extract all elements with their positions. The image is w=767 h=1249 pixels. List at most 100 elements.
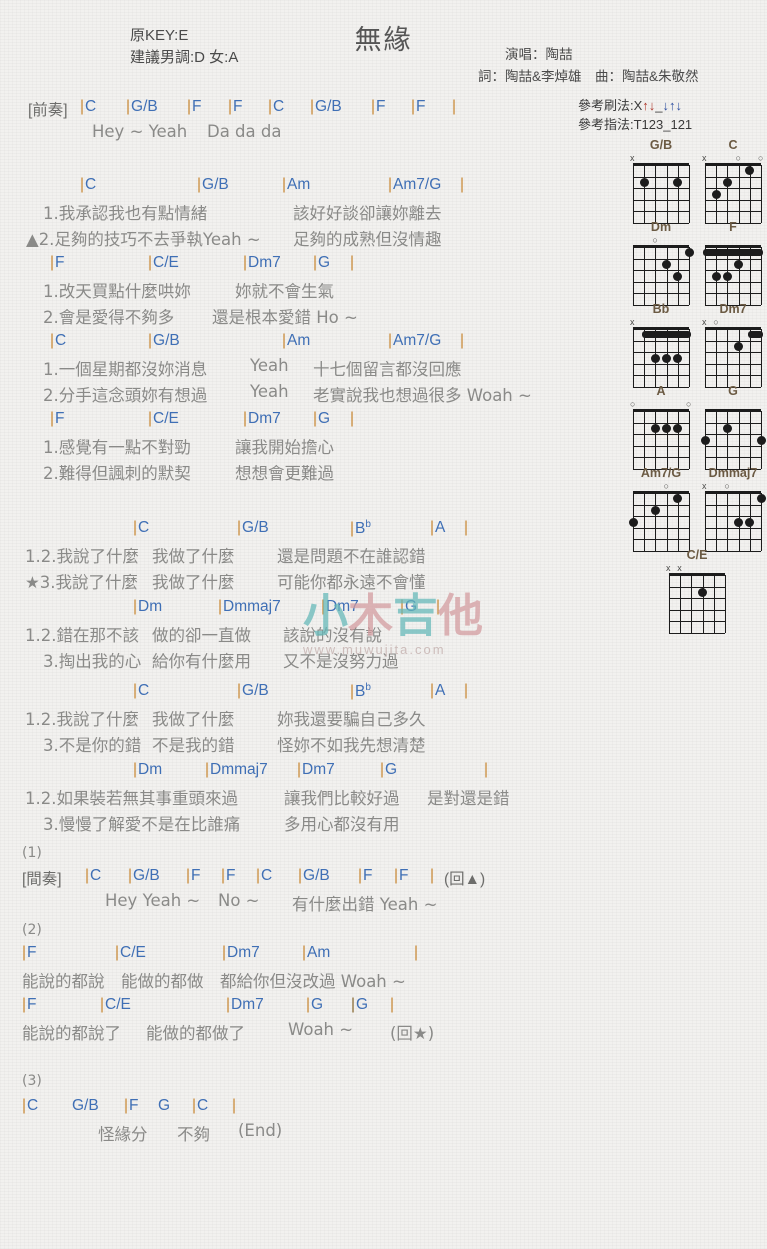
chord: F [27, 944, 37, 961]
singer-line: 演唱：陶喆 [505, 47, 573, 62]
repeat-marker: (回▲) [444, 871, 486, 888]
lyric-text: 該說的沒有說 [283, 626, 382, 645]
lyric-text: 還是根本愛錯 Ho ~ [212, 308, 358, 327]
end-barline: | [350, 410, 355, 427]
finger-dot [734, 259, 744, 269]
string-line [669, 575, 670, 633]
section-chorus2a: |C |G/B |Bb |A | 1.2.我說了什麼 我做了什麼 妳我還要騙自己… [0, 682, 600, 758]
finger-dot [650, 505, 660, 515]
finger-dot [745, 517, 755, 527]
string-line [703, 575, 704, 633]
fretboard [705, 163, 762, 224]
lyric-text: 2.難得但諷刺的默契 [43, 464, 191, 483]
string-line [633, 411, 634, 469]
string-line [633, 247, 634, 305]
lyric-text: 足夠的成熟但沒情趣 [293, 230, 442, 249]
chord-line: |Dm |Dmmaj7 |Dm7 |G | [133, 598, 441, 615]
fret-line [705, 293, 761, 294]
chord: C [138, 519, 150, 536]
strum-sep: _ [655, 98, 663, 113]
fret-line [705, 282, 761, 283]
fret-line [633, 423, 689, 424]
lyric-line: 1.我承認我也有點情緒 該好好談卻讓妳離去 [0, 200, 600, 226]
end-barline: | [452, 98, 457, 115]
fret-line [633, 211, 689, 212]
chord: G/B [315, 98, 342, 115]
fret-line [669, 621, 725, 622]
open-mute-markers: ○ [630, 481, 692, 491]
finger-dot [628, 517, 638, 527]
chord: Dm7 [227, 944, 260, 961]
string-line [667, 165, 668, 223]
section-number: (3) [0, 1073, 600, 1097]
open-mute-markers: x [630, 153, 692, 163]
chord-diagram-name: Dm7 [719, 302, 747, 316]
chord: Dm7 [248, 254, 281, 271]
lyric-line: 1.2.我說了什麼 我做了什麼 還是問題不在誰認錯 [0, 543, 600, 569]
open-string-icon: ○ [735, 153, 742, 163]
chord-diagram-name: A [656, 384, 666, 398]
fret-line [705, 259, 761, 260]
end-barline: | [484, 761, 489, 778]
finger-dot [700, 435, 710, 445]
section-interlude: (1) [間奏] |C |G/B |F |F |C |G/B |F |F | (… [0, 845, 600, 917]
open-string-icon: ○ [713, 317, 719, 327]
string-line [678, 411, 679, 469]
fret-line [705, 270, 761, 271]
fret-line [705, 200, 761, 201]
chord: Dmmaj7 [223, 598, 281, 615]
chord: G/B [303, 867, 330, 884]
lyric-text: 3.掏出我的心 [43, 652, 142, 671]
fretboard [633, 163, 690, 224]
lyric-text: 十七個留言都沒回應 [313, 360, 462, 379]
writers-line: 詞：陶喆&李焯雄 曲：陶喆&朱敬然 [478, 69, 699, 84]
lyric-text: 能說的都說 能做的都做 都給你但沒改過 Woah ~ [22, 972, 406, 991]
lyric-text: 能說的都說了 [22, 1024, 121, 1043]
string-line [727, 329, 728, 387]
lyric-line: 1.感覺有一點不對勁 讓我開始擔心 [0, 434, 600, 460]
chord: G [158, 1097, 171, 1114]
lyric-text: 妳就不會生氣 [235, 282, 334, 301]
fret-line [705, 457, 761, 458]
string-line [667, 493, 668, 551]
chord-diagram-dm: Dm ○ [630, 220, 694, 306]
lyric-text: ★3.我說了什麼 [25, 573, 139, 592]
end-barline: | [390, 996, 395, 1013]
chord: G [385, 761, 398, 778]
finger-dot [756, 494, 766, 504]
chord-line: |C |G/B |Bb |A | [133, 682, 469, 701]
finger-dot [722, 177, 732, 187]
lyric-line: 1.2.錯在那不該 做的卻一直做 該說的沒有說 [0, 622, 600, 648]
end-barline: | [430, 867, 435, 884]
chord: C/E [153, 410, 179, 427]
string-line [761, 165, 762, 223]
lyric-text: 我做了什麼 [152, 710, 235, 729]
string-line [655, 247, 656, 305]
chord-diagram-a: A ○ ○ [630, 384, 692, 470]
strum-arrows-1: ↑↓ [642, 98, 656, 113]
string-line [644, 493, 645, 551]
lyric-text: Woah ~ [288, 1020, 354, 1039]
string-line [689, 165, 690, 223]
chord: A [435, 519, 446, 536]
chord: F [363, 867, 373, 884]
finger-dot [734, 517, 744, 527]
mute-string-icon: x [702, 481, 707, 491]
chord-diagram-f: F [702, 220, 764, 306]
lyric-line: 怪緣分 不夠 (End) [0, 1121, 600, 1147]
fret-line [633, 528, 689, 529]
lyric-text: 是對還是錯 [427, 789, 510, 808]
chord-line: |F |C/E |Dm7 |Am | [22, 944, 419, 961]
chord: G/B [131, 98, 158, 115]
fret-line [705, 528, 761, 529]
string-line [680, 575, 681, 633]
finger-dot [673, 271, 683, 281]
chord-diagram-name: Dm [650, 220, 672, 234]
finger-dot [639, 177, 649, 187]
fret-line [705, 539, 761, 540]
fret-grid [705, 411, 762, 470]
fret-grid [633, 165, 690, 224]
string-line [655, 411, 656, 469]
end-barline: | [464, 682, 469, 699]
barre [642, 331, 691, 339]
